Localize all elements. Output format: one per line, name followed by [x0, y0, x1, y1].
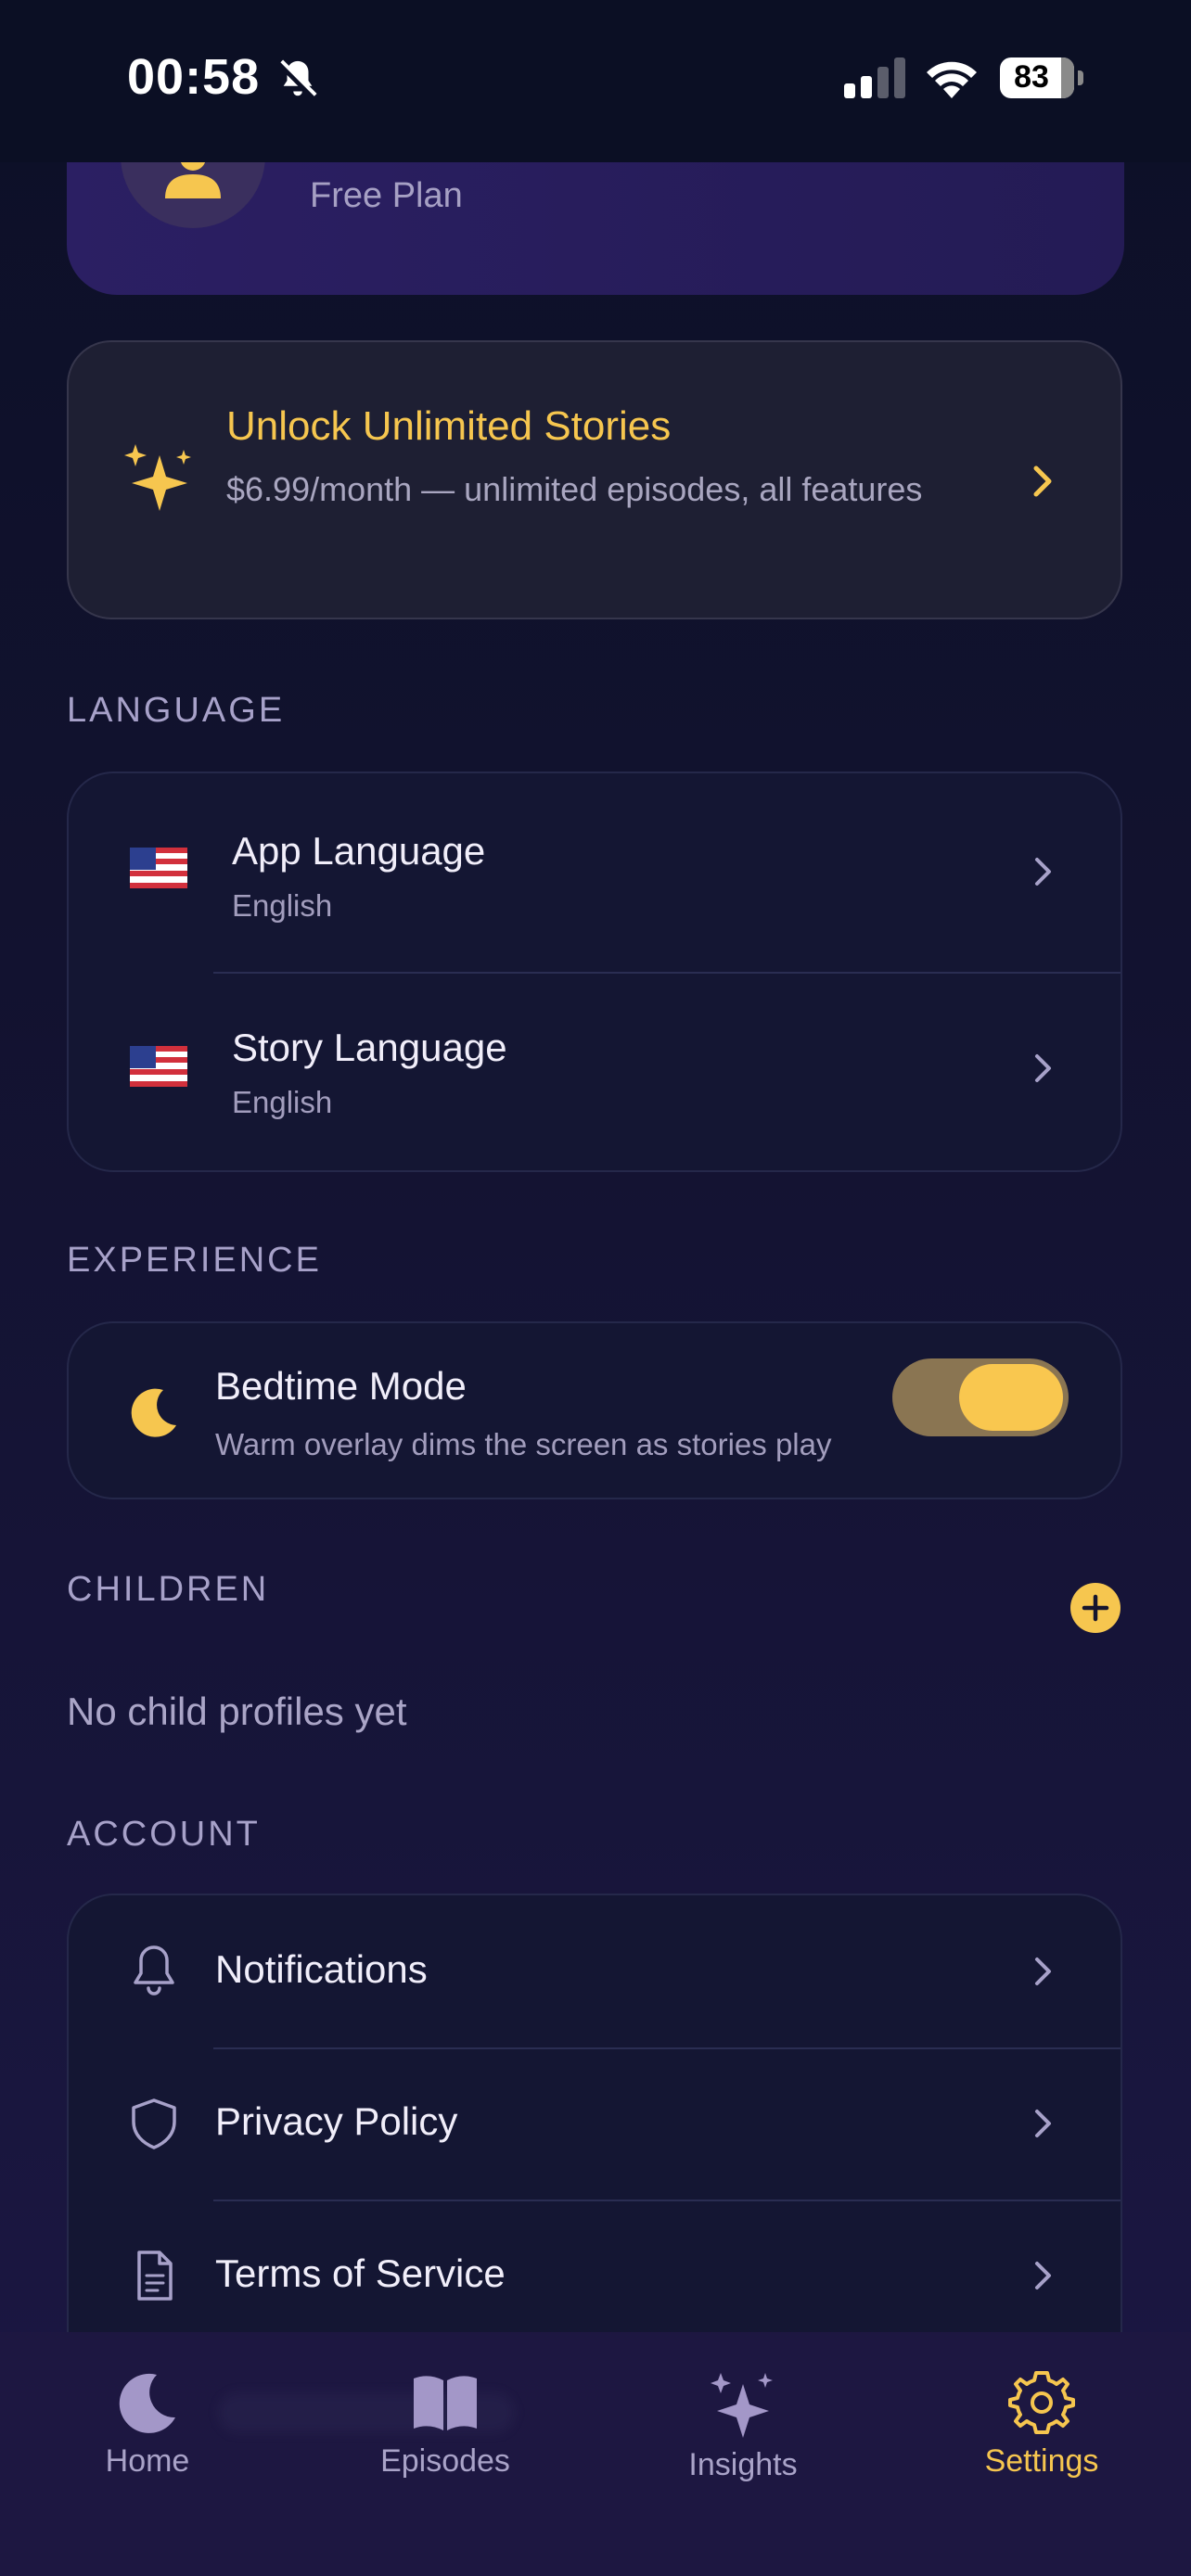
experience-group: Bedtime Mode Warm overlay dims the scree… — [67, 1321, 1122, 1499]
tab-episodes[interactable]: Episodes — [343, 2369, 547, 2480]
section-header-experience: EXPERIENCE — [67, 1241, 322, 1280]
privacy-policy-label: Privacy Policy — [215, 2099, 458, 2143]
chevron-right-icon — [1029, 2257, 1057, 2299]
premium-title: Unlock Unlimited Stories — [226, 403, 672, 449]
tab-home[interactable]: Home — [45, 2369, 250, 2480]
story-language-row[interactable]: Story Language English — [69, 974, 1121, 1170]
tab-insights[interactable]: Insights — [641, 2369, 845, 2483]
children-empty-state: No child profiles yet — [67, 1690, 407, 1733]
moon-icon — [126, 1384, 182, 1445]
chevron-right-icon — [1029, 1953, 1057, 1995]
us-flag-icon — [130, 1046, 187, 1091]
app-language-value: English — [232, 888, 333, 923]
tab-label: Home — [105, 2443, 190, 2479]
us-flag-icon — [130, 848, 187, 893]
app-language-row[interactable]: App Language English — [69, 773, 1121, 972]
chevron-right-icon — [1029, 853, 1057, 895]
moon-icon — [119, 2373, 175, 2433]
shield-icon — [128, 2096, 180, 2156]
signal-icon — [844, 57, 905, 103]
tab-label: Insights — [688, 2447, 798, 2482]
battery-level: 83 — [1014, 59, 1049, 95]
section-header-account: ACCOUNT — [67, 1815, 261, 1854]
premium-subtitle: $6.99/month — unlimited episodes, all fe… — [226, 470, 923, 508]
tab-settings[interactable]: Settings — [940, 2369, 1144, 2480]
account-row-terms[interactable]: Terms of Service — [69, 2201, 1121, 2352]
bedtime-mode-subtitle: Warm overlay dims the screen as stories … — [215, 1427, 832, 1461]
account-row-notifications[interactable]: Notifications — [69, 1895, 1121, 2047]
bell-slash-icon — [276, 57, 319, 108]
chevron-right-icon — [1029, 463, 1057, 504]
tab-label: Episodes — [380, 2443, 510, 2479]
sparkles-icon — [711, 2373, 773, 2438]
battery-icon: 83 — [1000, 57, 1083, 98]
status-bar: 00:58 83 — [0, 0, 1191, 162]
bedtime-mode-row: Bedtime Mode Warm overlay dims the scree… — [69, 1323, 1121, 1498]
sparkles-icon — [122, 442, 197, 521]
section-header-language: LANGUAGE — [67, 691, 286, 730]
terms-of-service-label: Terms of Service — [215, 2251, 506, 2295]
premium-upgrade-card[interactable]: Unlock Unlimited Stories $6.99/month — u… — [67, 340, 1122, 619]
bell-icon — [128, 1942, 180, 2002]
story-language-value: English — [232, 1085, 333, 1119]
add-child-button[interactable] — [1070, 1583, 1121, 1633]
section-header-children: CHILDREN — [67, 1570, 270, 1609]
chevron-right-icon — [1029, 1050, 1057, 1091]
bedtime-mode-toggle[interactable] — [892, 1358, 1069, 1436]
story-language-title: Story Language — [232, 1026, 507, 1069]
book-icon — [414, 2376, 477, 2430]
account-group: Notifications Privacy Policy Terms of Se… — [67, 1894, 1122, 2376]
toggle-knob — [959, 1364, 1063, 1431]
wifi-icon — [924, 56, 980, 103]
tab-bar: Home Episodes Insights Settings — [0, 2332, 1191, 2576]
plus-icon — [1082, 1594, 1109, 1622]
plan-label: Free Plan — [310, 176, 463, 215]
document-icon — [128, 2248, 180, 2308]
account-row-privacy[interactable]: Privacy Policy — [69, 2049, 1121, 2200]
gear-icon — [1008, 2371, 1075, 2434]
bedtime-mode-title: Bedtime Mode — [215, 1364, 467, 1408]
status-time: 00:58 — [127, 49, 261, 105]
notifications-label: Notifications — [215, 1947, 428, 1991]
chevron-right-icon — [1029, 2105, 1057, 2147]
tab-label: Settings — [984, 2443, 1099, 2479]
language-group: App Language English Story Language Engl… — [67, 772, 1122, 1172]
app-language-title: App Language — [232, 829, 486, 873]
